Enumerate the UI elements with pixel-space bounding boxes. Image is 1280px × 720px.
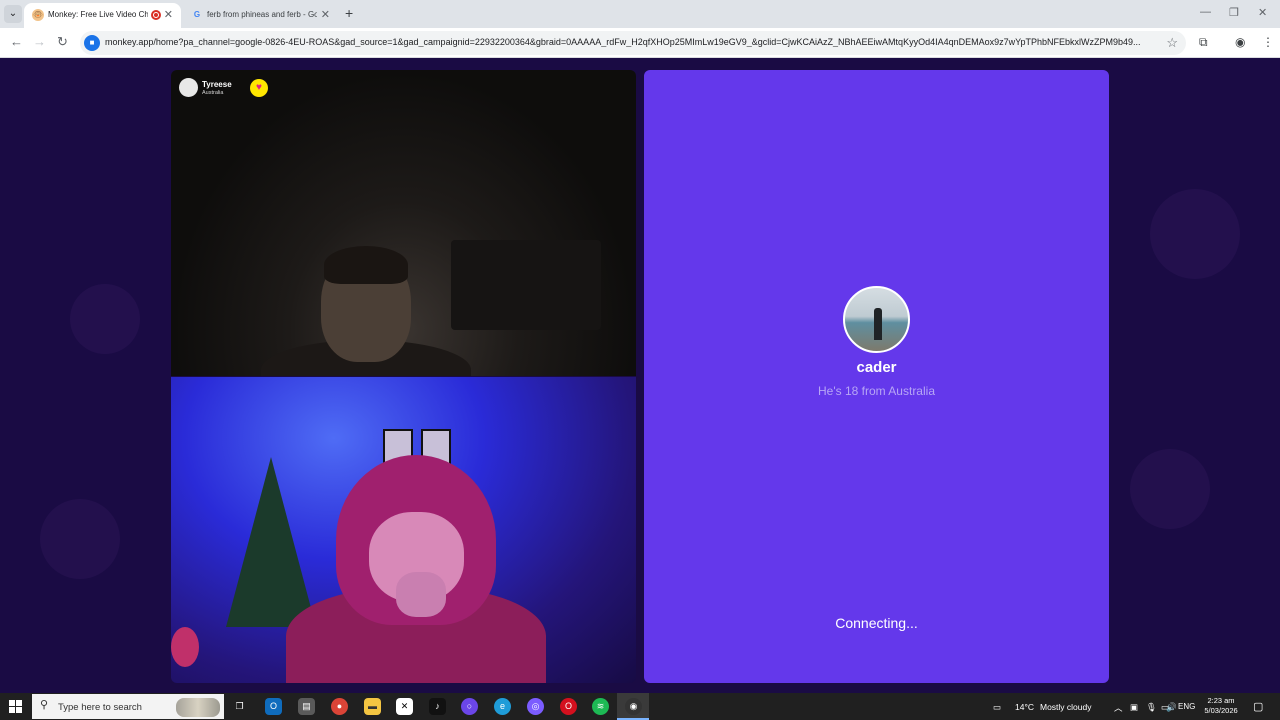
background-shelf [451, 240, 601, 330]
connection-status: Connecting... [835, 615, 918, 631]
back-icon[interactable]: ← [10, 34, 23, 49]
match-panel: cader He's 18 from Australia Connecting.… [644, 70, 1109, 683]
avatar-photo-figure [874, 308, 882, 340]
tab-search-button[interactable]: ⌄ [4, 5, 22, 23]
weather-temp[interactable]: 14°C [1015, 702, 1034, 712]
site-camera-icon[interactable]: ■ [84, 35, 100, 51]
tab-title: ferb from phineas and ferb - Google Sear… [207, 10, 317, 19]
monkey-page: Tyreese Australia ♥ cader He's 18 from A… [0, 59, 1280, 693]
self-person-hand [396, 572, 446, 617]
outlook-icon[interactable]: O [265, 698, 282, 715]
profile-icon[interactable]: ◉ [1235, 35, 1245, 49]
windows-start-icon[interactable] [9, 700, 22, 713]
restore-icon[interactable]: ❐ [1229, 6, 1239, 19]
close-tab-icon[interactable]: ✕ [321, 8, 330, 21]
reload-icon[interactable]: ↻ [57, 34, 68, 50]
chrome-icon[interactable]: ● [331, 698, 348, 715]
weather-icon[interactable]: ▭ [993, 702, 1001, 713]
match-avatar [843, 286, 910, 353]
edge-icon[interactable]: e [494, 698, 511, 715]
clock[interactable]: 2:23 am 5/03/2026 [1198, 696, 1244, 716]
close-window-icon[interactable]: ✕ [1258, 6, 1267, 19]
clock-date: 5/03/2026 [1204, 706, 1238, 715]
spotify-icon[interactable]: ≋ [592, 698, 609, 715]
tab-strip: ⌄ 🐵 Monkey: Free Live Video Chat ✕ G fer… [0, 0, 1280, 28]
caller-country: Australia [202, 90, 224, 96]
bookmark-star-icon[interactable]: ☆ [1166, 35, 1178, 51]
language-indicator[interactable]: ENG [1178, 702, 1195, 711]
avatar[interactable] [179, 78, 198, 97]
forward-icon[interactable]: → [33, 34, 46, 49]
taskbar: ⚲ Type here to search ❐ O ▤ ● ▬ ✕ ♪ ○ e … [0, 693, 1280, 720]
search-highlight-image [176, 698, 220, 717]
background-pattern [1150, 189, 1240, 279]
tiktok-icon[interactable]: ♪ [429, 698, 446, 715]
meet-now-icon[interactable]: ▣ [1130, 702, 1138, 713]
google-icon: G [193, 10, 201, 19]
match-name: cader [856, 359, 897, 376]
extensions-icon[interactable]: ⧉ [1199, 35, 1208, 50]
browser-toolbar: ← → ↻ ■ monkey.app/home?pa_channel=googl… [0, 28, 1280, 58]
background-pattern [1130, 449, 1210, 529]
notifications-icon[interactable]: ▢ [1253, 700, 1263, 713]
lamp-light [171, 627, 199, 667]
caller-name: Tyreese [202, 80, 232, 89]
app-circle-icon[interactable]: ○ [461, 698, 478, 715]
match-subtitle: He's 18 from Australia [817, 384, 935, 398]
chrome-profile-icon[interactable]: ◎ [527, 698, 544, 715]
search-icon: ⚲ [40, 699, 49, 711]
capcut-icon[interactable]: ✕ [396, 698, 413, 715]
tab-monkey[interactable]: 🐵 Monkey: Free Live Video Chat ✕ [24, 3, 181, 28]
opera-icon[interactable]: O [560, 698, 577, 715]
taskbar-search[interactable]: ⚲ Type here to search [32, 694, 224, 719]
self-video [171, 377, 636, 683]
background-pattern [70, 284, 140, 354]
tray-chevron-icon[interactable]: ︿ [1114, 702, 1123, 714]
recording-icon [151, 10, 161, 20]
task-view-icon[interactable]: ❐ [231, 698, 248, 715]
close-tab-icon[interactable]: ✕ [164, 8, 173, 21]
url-text[interactable]: monkey.app/home?pa_channel=google-0826-4… [105, 37, 1155, 47]
heart-icon[interactable]: ♥ [250, 79, 268, 97]
remote-video: Tyreese Australia ♥ [171, 70, 636, 376]
monkey-icon: 🐵 [32, 9, 44, 21]
christmas-tree [226, 457, 316, 627]
search-placeholder: Type here to search [58, 702, 142, 713]
recording-app-icon[interactable]: ◉ [625, 698, 642, 715]
minimize-icon[interactable]: — [1200, 6, 1211, 18]
new-tab-button[interactable]: + [345, 5, 353, 21]
tab-title: Monkey: Free Live Video Chat [48, 10, 148, 19]
menu-icon[interactable]: ⋮ [1262, 35, 1274, 49]
tab-google-search[interactable]: G ferb from phineas and ferb - Google Se… [183, 3, 338, 28]
weather-desc[interactable]: Mostly cloudy [1040, 702, 1092, 712]
volume-icon[interactable]: 🔊 [1166, 702, 1177, 713]
clock-time: 2:23 am [1207, 696, 1235, 705]
address-bar[interactable]: ■ monkey.app/home?pa_channel=google-0826… [80, 31, 1186, 55]
file-app-icon[interactable]: ▤ [298, 698, 315, 715]
background-pattern [40, 499, 120, 579]
file-explorer-icon[interactable]: ▬ [364, 698, 381, 715]
remote-person-hair [324, 246, 408, 284]
microphone-icon[interactable]: 🎙 [1146, 702, 1157, 713]
